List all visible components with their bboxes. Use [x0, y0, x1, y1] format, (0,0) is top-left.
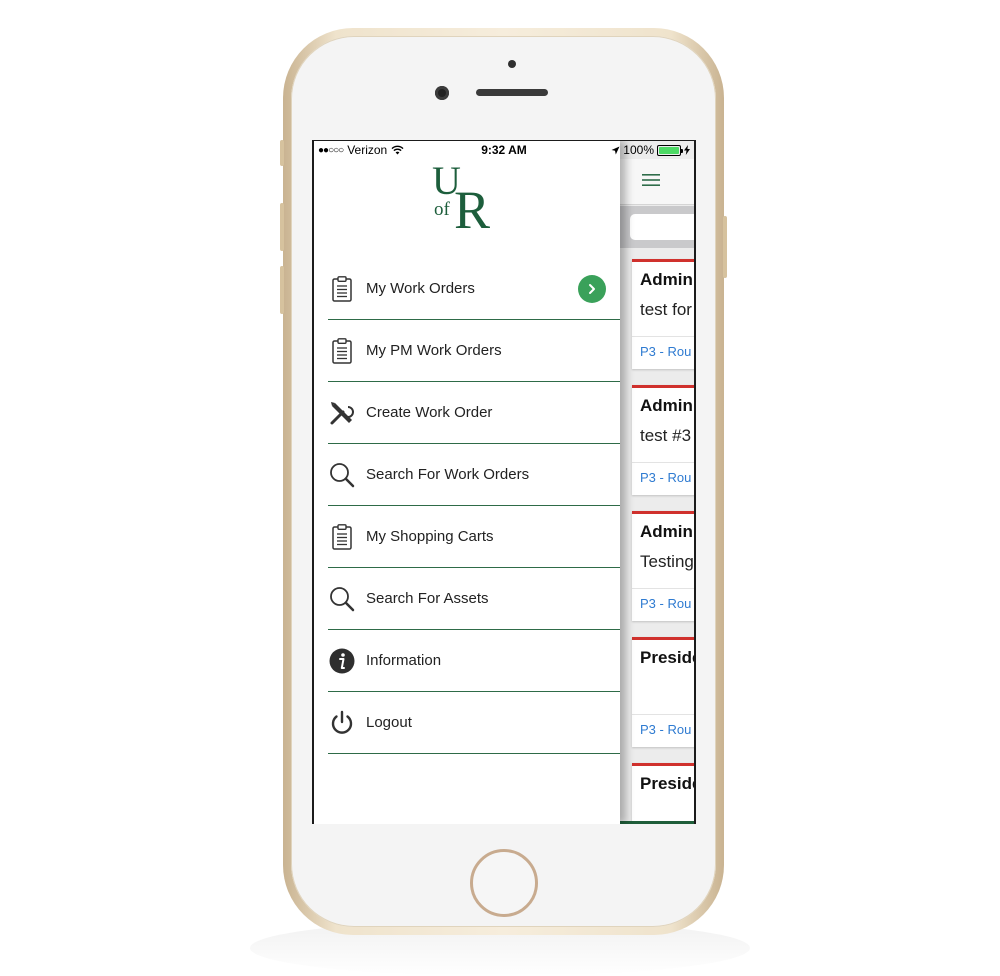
card-priority: P3 - Rou	[640, 344, 692, 359]
menu-item-my-shopping-carts[interactable]: My Shopping Carts	[328, 506, 620, 568]
card-description: test #3	[640, 426, 692, 445]
earpiece-speaker	[476, 89, 548, 96]
menu-item-label: Information	[366, 652, 442, 669]
location-arrow-icon	[611, 146, 620, 154]
logo-letters-of: of	[434, 199, 450, 220]
work-order-card[interactable]: Admini Testing P3 - Rou	[632, 511, 696, 621]
search-input[interactable]	[630, 214, 694, 240]
menu-item-label: My Shopping Carts	[366, 528, 494, 545]
menu-item-information[interactable]: Information	[328, 630, 620, 692]
menu-list: My Work Orders My PM Work Orders Create …	[328, 258, 620, 754]
menu-item-search-work-orders[interactable]: Search For Work Orders	[328, 444, 620, 506]
battery-percent: 100%	[623, 143, 654, 157]
menu-item-label: Logout	[366, 714, 412, 731]
device-mockup-stage: ●●○○○ Verizon 9:32 AM 100% Admini test f…	[0, 0, 1000, 976]
chevron-right-icon[interactable]	[578, 275, 606, 303]
app-header	[620, 159, 694, 205]
search-icon	[329, 462, 355, 488]
charging-bolt-icon	[684, 145, 690, 155]
work-order-card[interactable]: Preside	[632, 763, 696, 824]
menu-item-search-assets[interactable]: Search For Assets	[328, 568, 620, 630]
menu-item-my-pm-work-orders[interactable]: My PM Work Orders	[328, 320, 620, 382]
card-title: Admini	[640, 270, 696, 289]
card-divider	[632, 714, 694, 715]
card-divider	[632, 336, 694, 337]
hamburger-menu-icon[interactable]	[642, 173, 660, 187]
tools-icon	[329, 400, 355, 426]
battery-icon	[657, 144, 683, 156]
menu-item-label: My Work Orders	[366, 280, 475, 297]
info-icon	[329, 648, 355, 674]
menu-item-logout[interactable]: Logout	[328, 692, 620, 754]
work-order-card[interactable]: Admini test for P3 - Rou	[632, 259, 696, 369]
phone-screen: ●●○○○ Verizon 9:32 AM 100% Admini test f…	[312, 140, 696, 824]
menu-item-create-work-order[interactable]: Create Work Order	[328, 382, 620, 444]
menu-item-my-work-orders[interactable]: My Work Orders	[328, 258, 620, 320]
status-bar: ●●○○○ Verizon 9:32 AM 100%	[314, 141, 694, 159]
card-divider	[632, 462, 694, 463]
volume-up-button	[280, 203, 284, 251]
search-icon	[329, 586, 355, 612]
card-title: Preside	[640, 648, 696, 667]
proximity-sensor	[508, 60, 516, 68]
menu-item-label: Search For Assets	[366, 590, 489, 607]
menu-item-label: Search For Work Orders	[366, 466, 530, 483]
hamburger-lines-icon	[642, 174, 660, 186]
front-camera	[435, 86, 449, 100]
clipboard-icon	[329, 337, 355, 364]
card-divider	[632, 588, 694, 589]
clipboard-icon	[329, 523, 355, 550]
card-title: Admini	[640, 396, 696, 415]
card-title: Admini	[640, 522, 696, 541]
menu-item-label: My PM Work Orders	[366, 342, 502, 359]
power-icon	[329, 710, 355, 736]
card-description: test for	[640, 300, 692, 319]
card-priority: P3 - Rou	[640, 596, 692, 611]
mute-switch	[280, 140, 284, 166]
work-order-list-view: Admini test for P3 - Rou Admini test #3 …	[620, 141, 696, 824]
status-right: 100%	[611, 143, 690, 157]
power-button	[723, 216, 727, 278]
side-menu-drawer: U of R My Work Orders My PM Work Orders …	[314, 141, 620, 824]
menu-item-label: Create Work Order	[366, 404, 493, 421]
card-description: Testing	[640, 552, 694, 571]
university-logo: U of R	[432, 161, 504, 240]
home-button[interactable]	[470, 849, 538, 917]
clipboard-icon	[329, 275, 355, 302]
card-priority: P3 - Rou	[640, 722, 692, 737]
work-order-card[interactable]: Preside P3 - Rou	[632, 637, 696, 747]
card-priority: P3 - Rou	[640, 470, 692, 485]
work-order-card[interactable]: Admini test #3 P3 - Rou	[632, 385, 696, 495]
card-title: Preside	[640, 774, 696, 793]
search-bar-area	[620, 206, 694, 248]
logo-letter-r: R	[454, 180, 491, 240]
volume-down-button	[280, 266, 284, 314]
